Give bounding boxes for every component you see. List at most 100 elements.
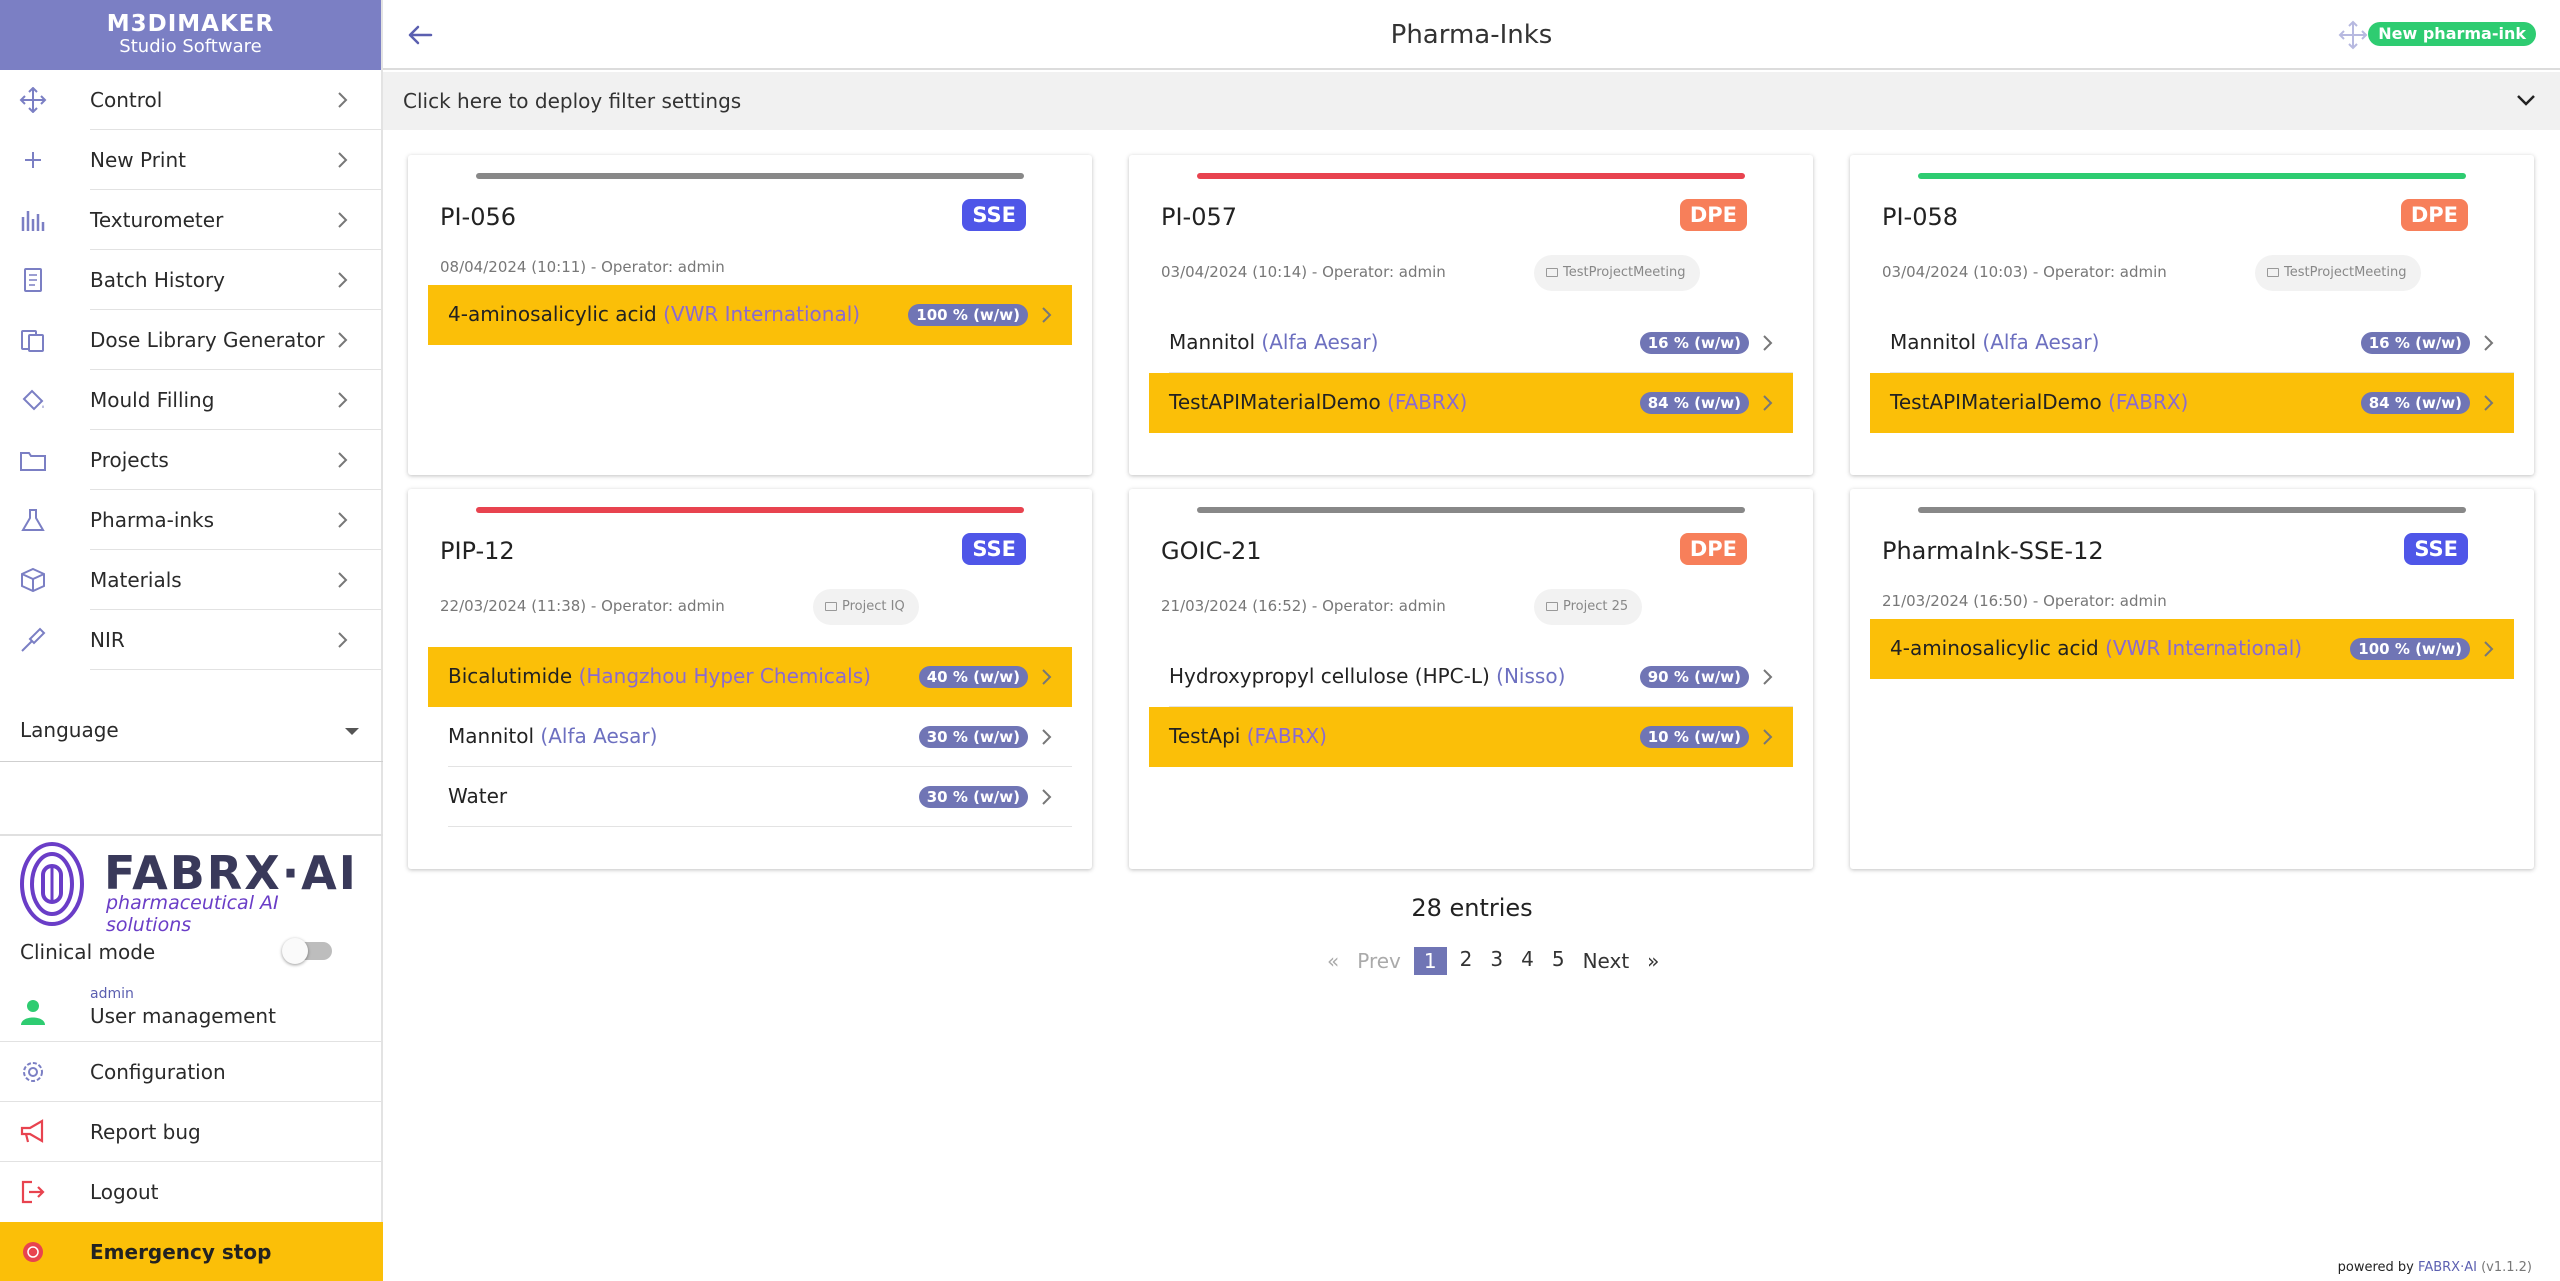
material-row[interactable]: Mannitol (Alfa Aesar) 16 % (w/w)	[1870, 313, 2514, 373]
percentage-badge: 16 % (w/w)	[1639, 332, 1749, 354]
sidebar-item-label: Pharma-inks	[90, 508, 215, 532]
brand-subtitle: Studio Software	[119, 36, 262, 57]
configuration-item[interactable]: Configuration	[0, 1042, 383, 1102]
language-select[interactable]: Language	[0, 700, 383, 762]
material-row[interactable]: Mannitol (Alfa Aesar) 30 % (w/w)	[428, 707, 1072, 767]
folder-icon	[20, 452, 46, 471]
pharma-ink-name: PI-056	[440, 203, 517, 231]
emergency-stop-button[interactable]: Emergency stop	[0, 1222, 383, 1281]
material-row[interactable]: TestApi (FABRX) 10 % (w/w)	[1149, 707, 1793, 767]
project-chip[interactable]: TestProjectMeeting	[2255, 255, 2421, 291]
last-page-link[interactable]: »	[1647, 949, 1659, 973]
project-chip[interactable]: TestProjectMeeting	[1534, 255, 1700, 291]
report-bug-item[interactable]: Report bug	[0, 1102, 383, 1162]
new-pharma-ink-button[interactable]: New pharma-ink	[2368, 22, 2536, 46]
pharma-ink-card[interactable]: PI-058 DPE 03/04/2024 (10:03) - Operator: …	[1850, 155, 2534, 475]
project-chip[interactable]: Project IQ	[813, 589, 919, 625]
chevron-right-icon	[1763, 395, 1773, 411]
material-row[interactable]: Water 30 % (w/w)	[428, 767, 1072, 827]
prev-page-link[interactable]: Prev	[1357, 949, 1401, 973]
logout-icon	[21, 1180, 45, 1204]
logo-tagline: pharmaceutical AI solutions	[106, 892, 279, 936]
footer-brand: FABRX·AI	[2418, 1260, 2477, 1275]
sidebar-item-nir[interactable]: NIR	[0, 610, 381, 670]
next-page-link[interactable]: Next	[1583, 949, 1630, 973]
pharma-ink-card[interactable]: PIP-12 SSE 22/03/2024 (11:38) - Operator: …	[408, 489, 1092, 869]
pharma-ink-name: PharmaInk-SSE-12	[1882, 537, 2104, 565]
type-badge: DPE	[1679, 199, 1747, 231]
pharma-ink-meta: 03/04/2024 (10:14) - Operator: admin	[1161, 263, 1446, 281]
plus-icon	[25, 152, 41, 168]
pharma-ink-name: PIP-12	[440, 537, 515, 565]
material-row[interactable]: Bicalutimide (Hangzhou Hyper Chemicals) 4…	[428, 647, 1072, 707]
pharma-ink-card[interactable]: PI-056 SSE 08/04/2024 (10:11) - Operator: …	[408, 155, 1092, 475]
material-name: Mannitol	[448, 724, 535, 748]
sidebar-item-control[interactable]: Control	[0, 70, 381, 130]
material-text: Bicalutimide (Hangzhou Hyper Chemicals)	[448, 664, 871, 688]
folder-icon	[825, 602, 837, 611]
sidebar-item-batch-history[interactable]: Batch History	[0, 250, 381, 310]
powered-by-footer: powered by FABRX·AI (v1.1.2)	[2338, 1260, 2532, 1275]
pharma-ink-meta: 21/03/2024 (16:52) - Operator: admin	[1161, 597, 1446, 615]
filter-settings-bar[interactable]: Click here to deploy filter settings	[383, 72, 2560, 130]
bar-chart-icon	[21, 211, 45, 231]
folder-icon	[1546, 602, 1558, 611]
megaphone-icon	[20, 1119, 44, 1143]
sidebar: M3DIMAKER Studio Software Control New Pri…	[0, 0, 383, 1281]
material-supplier: (VWR International)	[663, 302, 861, 326]
chevron-right-icon	[338, 152, 348, 168]
pharma-ink-card[interactable]: PharmaInk-SSE-12 SSE 21/03/2024 (16:50) - …	[1850, 489, 2534, 869]
box-icon	[21, 567, 45, 593]
pharma-ink-card[interactable]: PI-057 DPE 03/04/2024 (10:14) - Operator: …	[1129, 155, 1813, 475]
page-link-3[interactable]: 3	[1490, 947, 1503, 975]
material-text: 4-aminosalicylic acid (VWR International…	[1890, 636, 2302, 660]
language-label: Language	[20, 718, 119, 742]
chevron-right-icon	[338, 572, 348, 588]
chevron-right-icon	[1042, 669, 1052, 685]
material-row[interactable]: Hydroxypropyl cellulose (HPC-L) (Nisso) 9…	[1149, 647, 1793, 707]
chevron-right-icon	[338, 272, 348, 288]
material-row[interactable]: 4-aminosalicylic acid (VWR International…	[1870, 619, 2514, 679]
type-badge: SSE	[962, 199, 1026, 231]
sidebar-item-texturometer[interactable]: Texturometer	[0, 190, 381, 250]
page-link-2[interactable]: 2	[1460, 947, 1473, 975]
copy-icon	[21, 330, 44, 352]
move-icon[interactable]	[2338, 20, 2368, 50]
stop-icon	[23, 1242, 43, 1262]
sidebar-item-pharma-inks[interactable]: Pharma-inks	[0, 490, 381, 550]
material-row[interactable]: 4-aminosalicylic acid (VWR International…	[428, 285, 1072, 345]
sidebar-item-label: Texturometer	[90, 208, 224, 232]
pharma-ink-meta: 22/03/2024 (11:38) - Operator: admin	[440, 597, 725, 615]
material-text: Mannitol (Alfa Aesar)	[1890, 330, 2099, 354]
chevron-right-icon	[338, 212, 348, 228]
project-chip[interactable]: Project 25	[1534, 589, 1643, 625]
page-title: Pharma-Inks	[1390, 20, 1553, 50]
sidebar-item-mould-filling[interactable]: Mould Filling	[0, 370, 381, 430]
logout-item[interactable]: Logout	[0, 1162, 383, 1222]
first-page-link[interactable]: «	[1327, 949, 1339, 973]
material-row[interactable]: TestAPIMaterialDemo (FABRX) 84 % (w/w)	[1149, 373, 1793, 433]
material-supplier: (Alfa Aesar)	[540, 724, 658, 748]
probe-icon	[21, 627, 46, 652]
sidebar-item-materials[interactable]: Materials	[0, 550, 381, 610]
version-text: (v1.1.2)	[2481, 1260, 2532, 1275]
move-icon	[19, 87, 47, 113]
page-link-5[interactable]: 5	[1552, 947, 1565, 975]
pharma-ink-card[interactable]: GOIC-21 DPE 21/03/2024 (16:52) - Operator:…	[1129, 489, 1813, 869]
material-supplier: (Alfa Aesar)	[1261, 330, 1379, 354]
page-numbers: 12345	[1410, 947, 1574, 975]
user-management-item[interactable]: admin User management	[0, 982, 383, 1042]
chevron-down-icon	[2517, 95, 2535, 106]
emergency-stop-label: Emergency stop	[90, 1240, 272, 1264]
sidebar-item-dose-library-generator[interactable]: Dose Library Generator	[0, 310, 381, 370]
page-link-1[interactable]: 1	[1413, 947, 1447, 975]
clinical-mode-toggle[interactable]	[282, 938, 332, 964]
sidebar-item-projects[interactable]: Projects	[0, 430, 381, 490]
page-link-4[interactable]: 4	[1521, 947, 1534, 975]
chevron-right-icon	[1042, 729, 1052, 745]
material-row[interactable]: TestAPIMaterialDemo (FABRX) 84 % (w/w)	[1870, 373, 2514, 433]
sidebar-item-new-print[interactable]: New Print	[0, 130, 381, 190]
chevron-right-icon	[338, 392, 348, 408]
sidebar-item-label: Projects	[90, 448, 169, 472]
material-row[interactable]: Mannitol (Alfa Aesar) 16 % (w/w)	[1149, 313, 1793, 373]
